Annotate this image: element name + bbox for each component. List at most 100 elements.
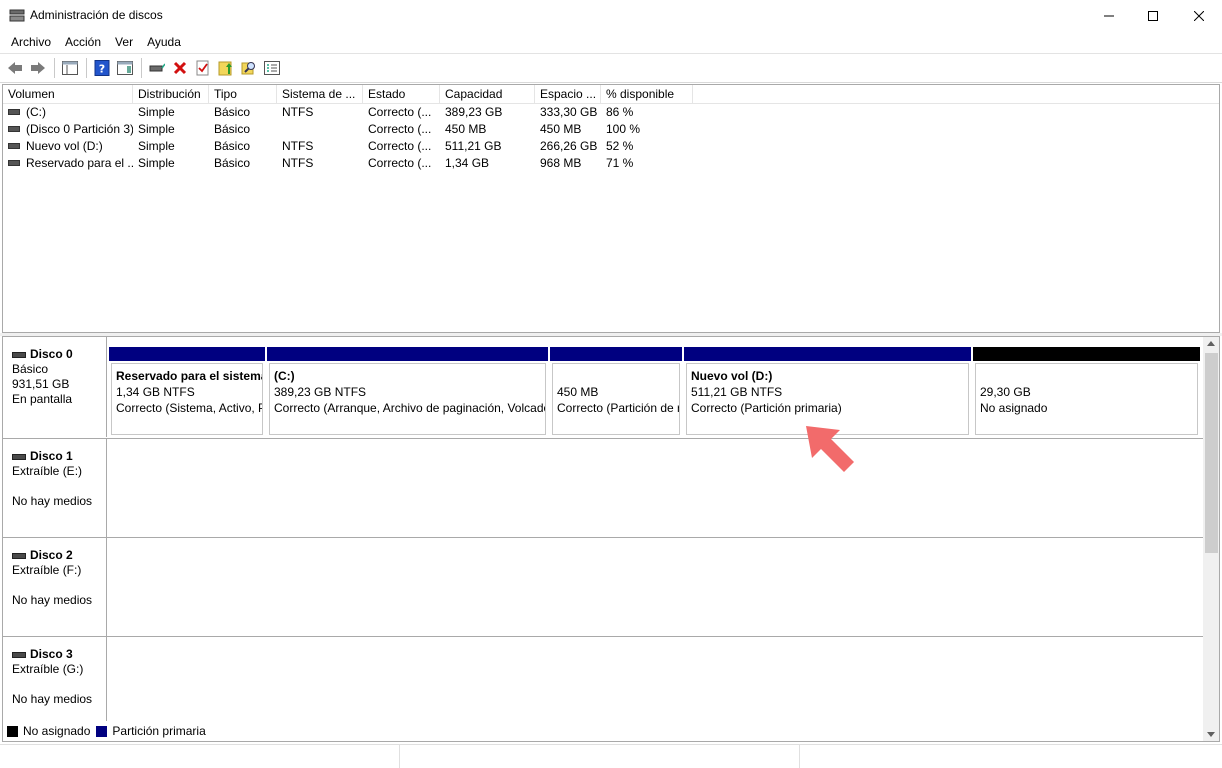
scrollbar-thumb[interactable] <box>1205 353 1218 553</box>
disk-info-1[interactable]: Disco 1 Extraíble (E:) No hay medios <box>3 439 107 537</box>
console-tree-button[interactable] <box>59 57 81 79</box>
cell-sistema: NTFS <box>282 156 314 170</box>
column-header-estado[interactable]: Estado <box>363 85 440 103</box>
cell-sistema <box>277 121 363 138</box>
annotation-arrow-icon <box>806 426 854 472</box>
disk-name: Disco 3 <box>30 647 73 661</box>
search-button[interactable] <box>238 57 260 79</box>
menu-ayuda[interactable]: Ayuda <box>140 32 188 52</box>
partition-reserved[interactable]: Reservado para el sistema 1,34 GB NTFS C… <box>109 347 265 435</box>
properties-icon <box>264 61 280 75</box>
table-row[interactable]: (C:) Simple Básico NTFS Correcto (... 38… <box>3 104 1219 121</box>
cell-tipo: Básico <box>214 105 251 119</box>
connect-disk-icon <box>149 63 165 72</box>
status-bar <box>0 744 1222 768</box>
disk-icon <box>12 351 26 358</box>
partition-size: 450 MB <box>557 385 599 399</box>
disk-partitions-3 <box>107 637 1203 721</box>
menu-ver[interactable]: Ver <box>108 32 140 52</box>
back-arrow-icon <box>8 62 22 74</box>
volume-icon <box>8 108 20 115</box>
partition-title: Reservado para el sistema <box>116 369 263 383</box>
vertical-scrollbar[interactable] <box>1203 337 1219 741</box>
column-header-sistema-archivos[interactable]: Sistema de ... <box>277 85 363 103</box>
column-header-distribucion[interactable]: Distribución <box>133 85 209 103</box>
search-icon <box>241 62 255 75</box>
disk-icon <box>12 552 26 559</box>
disk-label: Disco 2 <box>12 548 106 563</box>
disk-label: Disco 1 <box>12 449 106 464</box>
partition-size: 511,21 GB NTFS <box>691 385 783 399</box>
menu-archivo[interactable]: Archivo <box>4 32 58 52</box>
cell-disponible: 86 % <box>606 105 634 119</box>
partition-bar <box>267 347 548 361</box>
partition-status: Correcto (Arranque, Archivo de paginació… <box>274 401 546 415</box>
disk-status: No hay medios <box>12 494 93 508</box>
partition-title <box>557 368 679 384</box>
scroll-up-icon[interactable] <box>1207 341 1215 346</box>
disk-name: Disco 2 <box>30 548 73 562</box>
menu-accion[interactable]: Acción <box>58 32 108 52</box>
maximize-button[interactable] <box>1130 0 1176 31</box>
minimize-button[interactable] <box>1086 0 1132 31</box>
cell-estado: Correcto (... <box>368 122 432 136</box>
cell-estado: Correcto (... <box>368 105 432 119</box>
partition-title: Nuevo vol (D:) <box>691 369 773 383</box>
volume-list-header: Volumen Distribución Tipo Sistema de ...… <box>3 85 1219 104</box>
toolbar-separator <box>54 58 55 78</box>
disk-info-3[interactable]: Disco 3 Extraíble (G:) No hay medios <box>3 637 107 721</box>
column-header-capacidad[interactable]: Capacidad <box>440 85 535 103</box>
folder-up-button[interactable] <box>215 57 237 79</box>
legend: No asignado Partición primaria <box>7 724 212 738</box>
folder-up-icon <box>218 61 232 76</box>
table-row[interactable]: (Disco 0 Partición 3) Simple Básico Corr… <box>3 121 1219 138</box>
disk-status: No hay medios <box>12 692 93 706</box>
delete-button[interactable] <box>169 57 191 79</box>
check-button[interactable] <box>192 57 214 79</box>
connect-disk-button[interactable] <box>146 57 168 79</box>
disk-name: Disco 0 <box>30 347 73 361</box>
column-header-disponible[interactable]: % disponible <box>601 85 693 103</box>
toolbar-separator <box>86 58 87 78</box>
minimize-icon <box>1104 15 1114 16</box>
check-icon <box>196 60 209 76</box>
menu-bar: Archivo Acción Ver Ayuda <box>0 31 1222 53</box>
partition-unallocated[interactable]: 29,30 GB No asignado <box>973 347 1200 435</box>
legend-label-primary: Partición primaria <box>112 724 206 738</box>
cell-disponible: 52 % <box>606 139 634 153</box>
status-cell <box>0 745 400 768</box>
table-row[interactable]: Reservado para el ... Simple Básico NTFS… <box>3 155 1219 172</box>
cell-espacio: 333,30 GB <box>540 105 598 119</box>
cell-capacidad: 450 MB <box>445 122 487 136</box>
title-bar: Administración de discos <box>0 0 1222 31</box>
legend-label-unallocated: No asignado <box>23 724 91 738</box>
help-button[interactable]: ? <box>91 57 113 79</box>
cell-sistema: NTFS <box>282 139 314 153</box>
partition-c[interactable]: (C:) 389,23 GB NTFS Correcto (Arranque, … <box>267 347 548 435</box>
column-header-tipo[interactable]: Tipo <box>209 85 277 103</box>
volume-list[interactable]: Volumen Distribución Tipo Sistema de ...… <box>2 84 1220 333</box>
disk-row-3: Disco 3 Extraíble (G:) No hay medios <box>3 637 1203 721</box>
cell-volumen: Nuevo vol (D:) <box>3 138 133 155</box>
close-button[interactable] <box>1176 0 1222 31</box>
cell-tipo: Básico <box>214 156 251 170</box>
forward-button[interactable] <box>27 57 49 79</box>
status-cell <box>400 745 800 768</box>
disk-info-0[interactable]: Disco 0 Básico 931,51 GB En pantalla <box>3 337 107 437</box>
table-row[interactable]: Nuevo vol (D:) Simple Básico NTFS Correc… <box>3 138 1219 155</box>
maximize-icon <box>1148 10 1158 21</box>
column-header-espacio[interactable]: Espacio ... <box>535 85 601 103</box>
partition-recovery[interactable]: 450 MB Correcto (Partición de recuperaci… <box>550 347 682 435</box>
action-pane-button[interactable] <box>114 57 136 79</box>
scroll-down-icon[interactable] <box>1207 732 1215 737</box>
back-button[interactable] <box>4 57 26 79</box>
disk-info-2[interactable]: Disco 2 Extraíble (F:) No hay medios <box>3 538 107 636</box>
cell-capacidad: 1,34 GB <box>445 156 490 170</box>
partition-status: Correcto (Sistema, Activo, Partición pri… <box>116 401 262 415</box>
properties-button[interactable] <box>261 57 283 79</box>
column-header-volumen[interactable]: Volumen <box>3 85 133 103</box>
volume-name: (C:) <box>26 105 46 119</box>
cell-estado: Correcto (... <box>368 139 432 153</box>
